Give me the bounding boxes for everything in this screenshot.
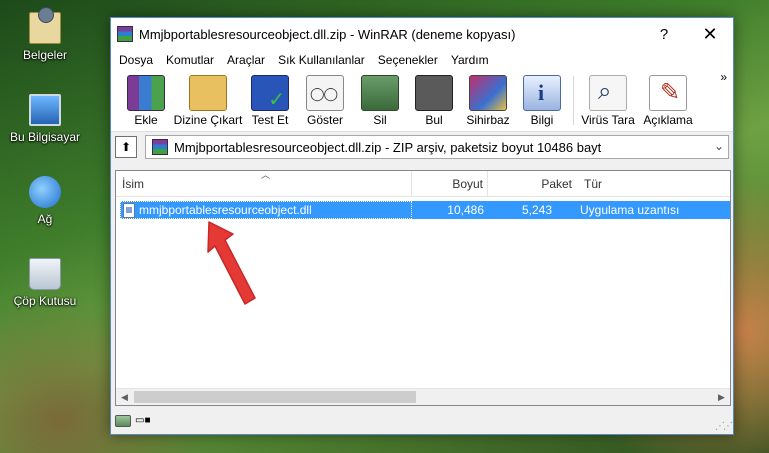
computer-icon xyxy=(29,94,61,126)
desktop-icon-this-pc[interactable]: Bu Bilgisayar xyxy=(4,94,86,144)
wizard-icon xyxy=(469,75,507,111)
column-header: ︿ İsim Boyut Paket Tür xyxy=(116,170,730,197)
column-type[interactable]: Tür xyxy=(578,171,730,197)
test-icon xyxy=(251,75,289,112)
sort-ascending-icon: ︿ xyxy=(261,170,271,180)
test-button-label: Test Et xyxy=(251,113,289,127)
menu-bar: Dosya Komutlar Araçlar Sık Kullanılanlar… xyxy=(111,50,733,70)
archive-icon xyxy=(152,139,168,155)
address-bar: ⬆ Mmjbportablesresourceobject.dll.zip - … xyxy=(111,132,733,162)
network-icon xyxy=(29,176,61,208)
column-size[interactable]: Boyut xyxy=(412,171,488,197)
file-size-cell: 10,486 xyxy=(412,201,488,219)
scroll-thumb[interactable] xyxy=(134,391,416,403)
winrar-window: Mmjbportablesresourceobject.dll.zip - Wi… xyxy=(110,17,734,435)
desktop-icon-documents[interactable]: Belgeler xyxy=(4,7,86,62)
resize-grip-icon[interactable]: ⋰⋰ xyxy=(715,421,733,432)
desktop-icon-recycle-bin[interactable]: Çöp Kutusu xyxy=(4,258,86,308)
documents-folder-icon xyxy=(29,7,61,44)
comment-button[interactable]: Açıklama xyxy=(638,70,698,131)
view-button-label: Göster xyxy=(306,113,343,127)
table-row[interactable]: mmjbportablesresourceobject.dll 10,486 5… xyxy=(120,201,730,219)
file-name: mmjbportablesresourceobject.dll xyxy=(139,203,312,217)
file-type-cell: Uygulama uzantısı xyxy=(578,201,730,219)
up-folder-button[interactable]: ⬆ xyxy=(115,136,137,158)
help-button[interactable]: ? xyxy=(641,18,687,50)
key-lock-icon[interactable]: ▭■ xyxy=(135,415,153,427)
path-dropdown[interactable]: Mmjbportablesresourceobject.dll.zip - ZI… xyxy=(145,135,729,159)
status-bar: ▭■ ⋰⋰ xyxy=(111,408,733,434)
delete-icon xyxy=(361,75,399,111)
find-icon xyxy=(415,75,453,111)
info-icon xyxy=(523,75,561,111)
menu-help[interactable]: Yardım xyxy=(445,53,496,67)
menu-options[interactable]: Seçenekler xyxy=(372,53,445,67)
wizard-button[interactable]: Sihirbaz xyxy=(461,70,515,131)
close-button[interactable]: ✕ xyxy=(687,18,733,50)
file-packed-cell: 5,243 xyxy=(488,201,578,219)
toolbar-overflow-button[interactable]: » xyxy=(720,70,727,84)
test-button[interactable]: Test Et xyxy=(243,70,297,131)
desktop-icon-network[interactable]: Ağ xyxy=(4,176,86,226)
window-title: Mmjbportablesresourceobject.dll.zip - Wi… xyxy=(139,26,516,42)
add-button[interactable]: Ekle xyxy=(119,70,173,131)
toolbar-separator xyxy=(573,76,574,125)
file-name-cell[interactable]: mmjbportablesresourceobject.dll xyxy=(120,201,412,219)
toolbar: Ekle Dizine Çıkart Test Et Göster Sil Bu… xyxy=(111,70,733,132)
virus-scan-icon xyxy=(589,75,627,111)
red-pointer-arrow-icon xyxy=(207,221,256,305)
virus-scan-button[interactable]: Virüs Tara xyxy=(578,70,638,131)
desktop-icon-label: Ağ xyxy=(37,212,53,226)
view-button[interactable]: Göster xyxy=(297,70,353,131)
menu-file[interactable]: Dosya xyxy=(113,53,160,67)
extract-to-icon xyxy=(189,75,227,111)
add-button-label: Ekle xyxy=(134,113,158,127)
wizard-button-label: Sihirbaz xyxy=(466,113,510,127)
scroll-left-icon[interactable]: ◀ xyxy=(116,389,133,406)
horizontal-scrollbar[interactable]: ◀ ▶ xyxy=(116,388,730,405)
extract-to-button-label: Dizine Çıkart xyxy=(173,113,243,127)
scroll-right-icon[interactable]: ▶ xyxy=(713,389,730,406)
add-archive-icon xyxy=(127,75,165,111)
recycle-bin-icon xyxy=(29,258,61,290)
column-packed[interactable]: Paket xyxy=(488,171,578,197)
menu-favorites[interactable]: Sık Kullanılanlar xyxy=(272,53,372,67)
menu-commands[interactable]: Komutlar xyxy=(160,53,221,67)
dll-file-icon xyxy=(123,203,135,218)
info-button-label: Bilgi xyxy=(530,113,554,127)
path-text: Mmjbportablesresourceobject.dll.zip - ZI… xyxy=(174,139,602,155)
delete-button-label: Sil xyxy=(373,113,387,127)
chevron-down-icon[interactable]: ⌄ xyxy=(714,139,724,153)
comment-icon xyxy=(649,75,687,111)
menu-tools[interactable]: Araçlar xyxy=(221,53,272,67)
extract-to-button[interactable]: Dizine Çıkart xyxy=(173,70,243,131)
title-bar[interactable]: Mmjbportablesresourceobject.dll.zip - Wi… xyxy=(111,18,733,50)
comment-button-label: Açıklama xyxy=(643,113,693,127)
delete-button[interactable]: Sil xyxy=(353,70,407,131)
info-button[interactable]: Bilgi xyxy=(515,70,569,131)
winrar-app-icon xyxy=(117,26,133,42)
up-arrow-icon: ⬆ xyxy=(120,140,132,154)
find-button-label: Bul xyxy=(425,113,443,127)
find-button[interactable]: Bul xyxy=(407,70,461,131)
desktop-icon-label: Belgeler xyxy=(22,48,68,62)
virus-scan-button-label: Virüs Tara xyxy=(581,113,635,127)
view-icon xyxy=(306,75,344,111)
desktop-icon-label: Bu Bilgisayar xyxy=(9,130,81,144)
desktop-icon-label: Çöp Kutusu xyxy=(13,294,77,308)
drive-icon[interactable] xyxy=(115,415,131,427)
